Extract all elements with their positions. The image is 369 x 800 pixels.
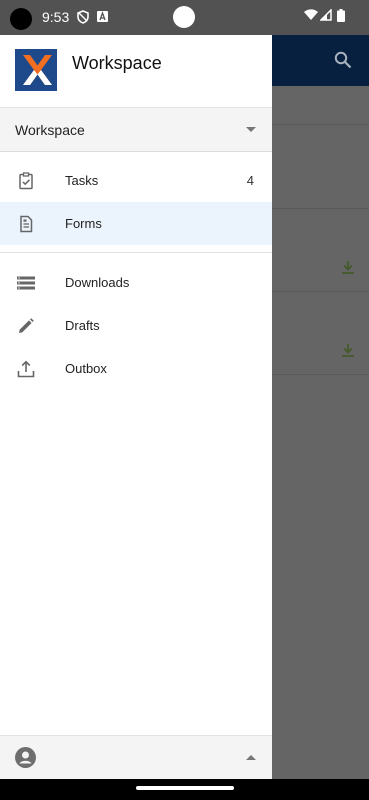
chevron-down-icon — [246, 127, 256, 132]
vpn-shield-icon — [77, 10, 89, 24]
drawer-header: Workspace — [0, 35, 272, 108]
search-icon[interactable] — [334, 51, 352, 69]
workspace-selector[interactable]: Workspace — [0, 108, 272, 152]
nav-item-label: Downloads — [65, 275, 130, 290]
tasks-count-badge: 4 — [246, 173, 254, 188]
nav-item-tasks[interactable]: Tasks 4 — [0, 159, 272, 202]
nav-item-label: Outbox — [65, 361, 107, 376]
download-icon — [342, 261, 354, 274]
background-divider — [272, 208, 369, 209]
form-document-icon — [20, 215, 33, 233]
camera-cutout — [10, 8, 32, 30]
home-gesture-handle[interactable] — [136, 786, 234, 790]
background-divider — [272, 374, 369, 375]
nav-item-label: Forms — [65, 216, 102, 231]
nav-item-drafts[interactable]: Drafts — [0, 304, 272, 347]
background-divider — [272, 124, 369, 125]
background-content-scrim[interactable] — [272, 86, 369, 779]
nav-item-label: Drafts — [65, 318, 100, 333]
status-time: 9:53 — [42, 9, 70, 25]
signal-icon — [320, 9, 332, 21]
storage-list-icon — [17, 276, 35, 290]
upload-outbox-icon — [17, 360, 35, 378]
download-icon — [342, 344, 354, 357]
account-avatar-icon — [15, 747, 36, 768]
app-logo — [15, 49, 57, 91]
system-navigation-bar — [0, 779, 369, 800]
front-camera-dot — [173, 6, 195, 28]
nav-item-outbox[interactable]: Outbox — [0, 347, 272, 390]
account-switcher[interactable] — [0, 735, 272, 780]
nav-item-forms[interactable]: Forms — [0, 202, 272, 245]
background-divider — [272, 291, 369, 292]
background-app-bar — [272, 35, 369, 86]
chevron-up-icon — [246, 755, 256, 760]
wifi-icon — [304, 9, 318, 20]
nav-item-label: Tasks — [65, 173, 99, 188]
drawer-divider — [0, 252, 272, 253]
nav-item-downloads[interactable]: Downloads — [0, 261, 272, 304]
battery-icon — [337, 9, 345, 22]
app-title: Workspace — [72, 53, 162, 73]
notification-a-icon — [97, 11, 108, 22]
clipboard-check-icon — [19, 172, 33, 190]
status-bar: 9:53 — [0, 0, 369, 35]
workspace-selector-value: Workspace — [15, 122, 85, 138]
pencil-icon — [19, 318, 34, 333]
navigation-drawer: Workspace Workspace Tasks 4 Forms Downlo… — [0, 35, 272, 780]
